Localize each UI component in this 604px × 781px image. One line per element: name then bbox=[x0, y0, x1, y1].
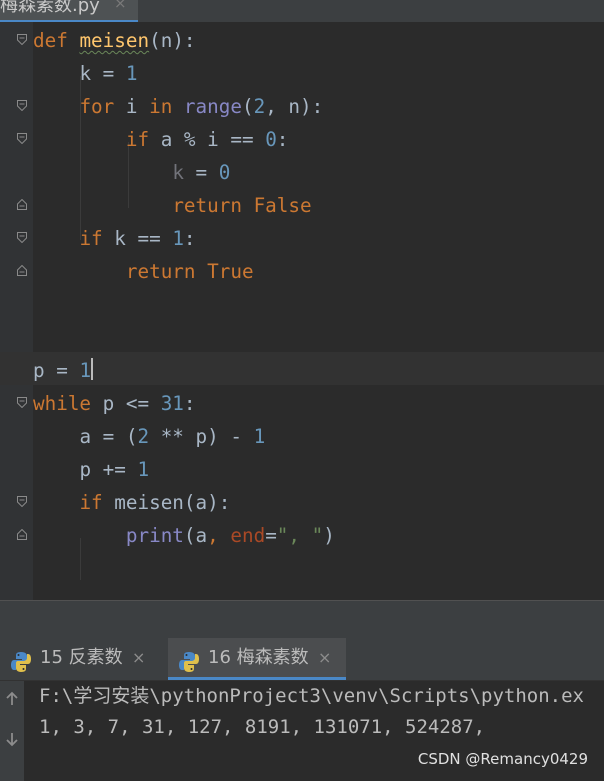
code-line-9: p = 1 bbox=[33, 359, 92, 382]
fold-end-icon[interactable] bbox=[17, 529, 27, 540]
console-output-line: 1, 3, 7, 31, 127, 8191, 131071, 524287, bbox=[39, 716, 486, 738]
run-tab-bar: 15 反素数 × 16 梅森素数 × bbox=[0, 638, 604, 681]
arrow-down-icon[interactable] bbox=[4, 731, 20, 747]
fold-start-icon[interactable] bbox=[17, 496, 27, 507]
code-editor[interactable]: def meisen(n): k = 1 for i in range(2, n… bbox=[0, 22, 604, 600]
run-console[interactable]: F:\学习安装\pythonProject3\venv\Scripts\pyth… bbox=[0, 681, 604, 781]
run-tab-label: 15 反素数 bbox=[40, 647, 123, 668]
code-line-1: def meisen(n): bbox=[33, 29, 196, 52]
code-line-4: if a % i == 0: bbox=[125, 128, 289, 151]
watermark: CSDN @Remancy0429 bbox=[417, 750, 588, 768]
fold-start-icon[interactable] bbox=[17, 100, 27, 111]
console-toolbar bbox=[0, 681, 24, 781]
close-icon[interactable]: × bbox=[318, 638, 331, 678]
code-line-5: k = 0 bbox=[172, 161, 231, 184]
code-line-14: print(a, end=", ") bbox=[125, 524, 335, 547]
code-line-11: a = (2 ** p) - 1 bbox=[79, 425, 266, 448]
editor-tab-label: 梅森素数.py bbox=[0, 0, 100, 16]
code-line-2: k = 1 bbox=[79, 62, 138, 85]
console-command-line: F:\学习安装\pythonProject3\venv\Scripts\pyth… bbox=[39, 685, 584, 707]
python-icon bbox=[10, 648, 32, 672]
arrow-up-icon[interactable] bbox=[4, 691, 20, 707]
run-tab-label: 16 梅森素数 bbox=[208, 647, 309, 668]
panel-splitter[interactable] bbox=[0, 600, 604, 639]
run-tab-16[interactable]: 16 梅森素数 × bbox=[168, 638, 346, 680]
python-icon bbox=[178, 648, 200, 672]
fold-start-icon[interactable] bbox=[17, 397, 27, 408]
code-line-6: return False bbox=[172, 194, 312, 217]
close-icon[interactable]: × bbox=[114, 0, 127, 12]
code-line-3: for i in range(2, n): bbox=[79, 95, 324, 118]
code-line-10: while p <= 31: bbox=[33, 392, 196, 415]
code-line-8: return True bbox=[125, 260, 254, 283]
close-icon[interactable]: × bbox=[132, 638, 145, 678]
fold-start-icon[interactable] bbox=[17, 232, 27, 243]
editor-tab-bar: 梅森素数.py × bbox=[0, 0, 604, 23]
editor-tab-meisen[interactable]: 梅森素数.py × bbox=[0, 0, 138, 22]
code-line-12: p += 1 bbox=[79, 458, 150, 481]
fold-end-icon[interactable] bbox=[17, 265, 27, 276]
fold-start-icon[interactable] bbox=[17, 34, 27, 45]
code-line-7: if k == 1: bbox=[79, 227, 196, 250]
text-caret bbox=[91, 358, 93, 380]
run-tab-15[interactable]: 15 反素数 × bbox=[0, 638, 160, 680]
code-line-13: if meisen(a): bbox=[79, 491, 231, 514]
fold-start-icon[interactable] bbox=[17, 133, 27, 144]
fold-end-icon[interactable] bbox=[17, 199, 27, 210]
